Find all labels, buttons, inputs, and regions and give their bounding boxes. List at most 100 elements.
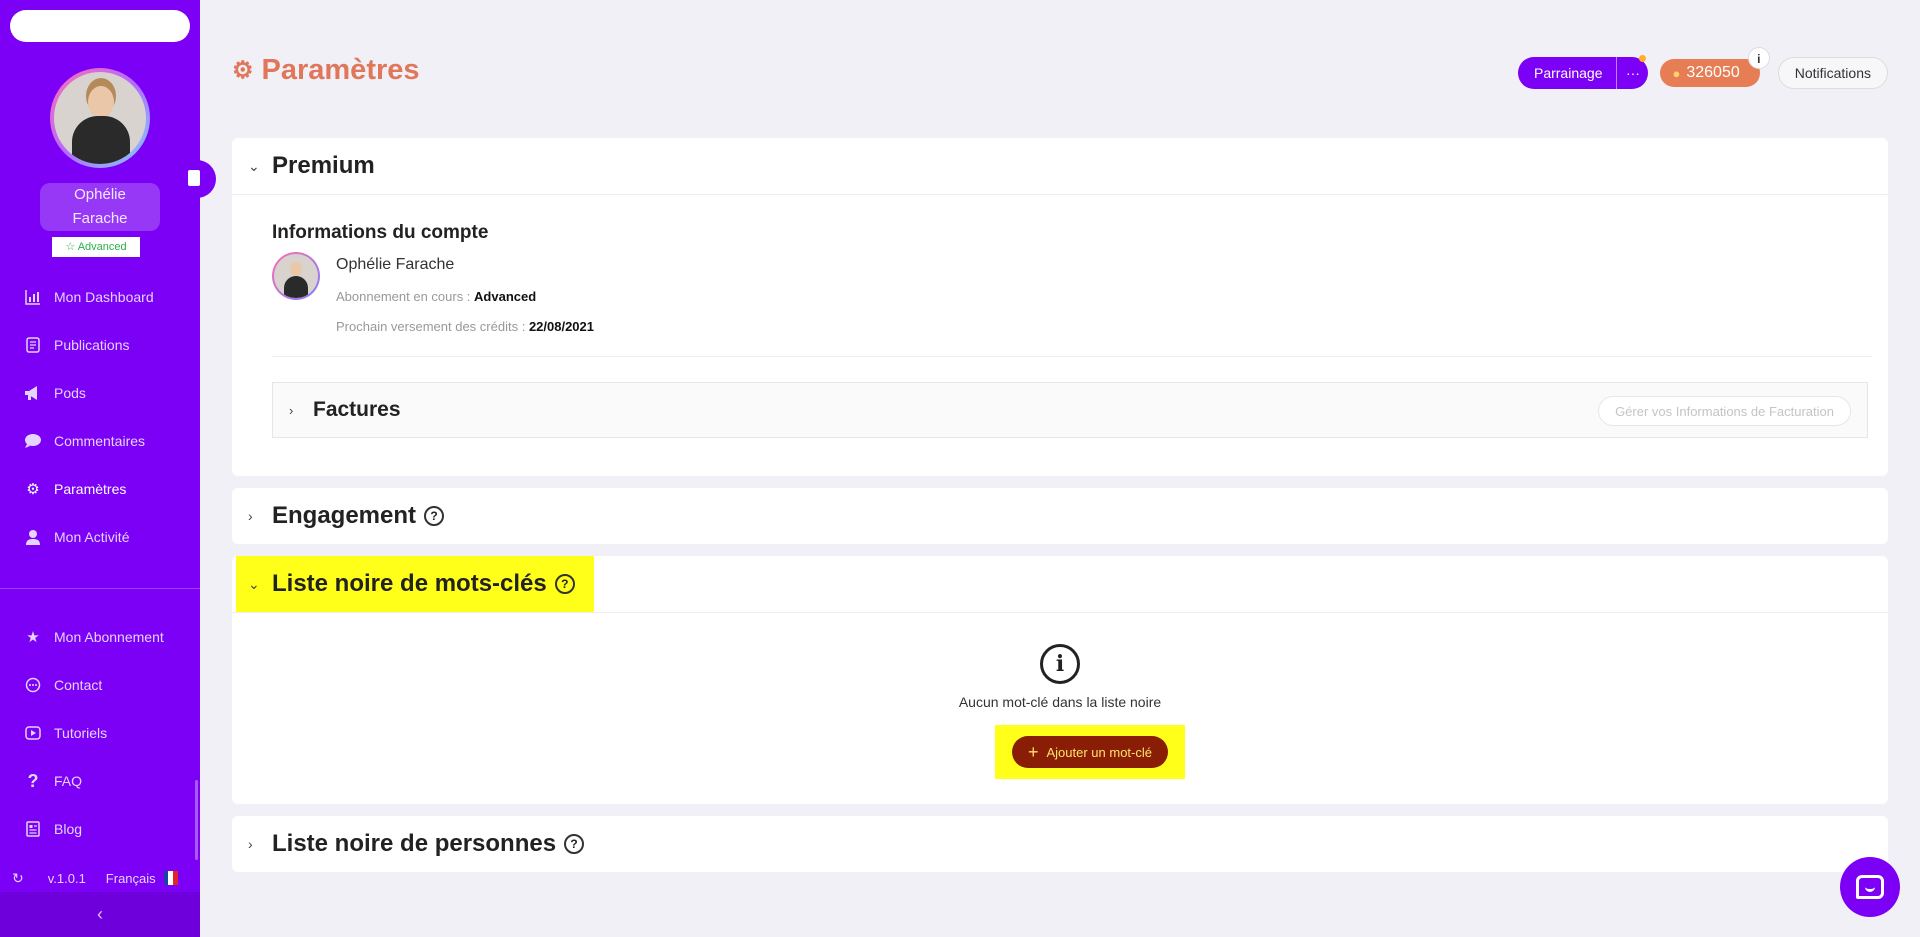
engagement-title: Engagement [272, 502, 417, 529]
add-keyword-button[interactable]: + Ajouter un mot-clé [1011, 736, 1168, 768]
sidebar-item-contact[interactable]: Contact [0, 670, 200, 700]
more-icon: ··· [1625, 65, 1640, 81]
next-credits-value: 22/08/2021 [528, 319, 595, 334]
credits-badge[interactable]: ● 326050 i [1660, 47, 1770, 87]
premium-section: ⌄ Premium Informations du compte Ophélie… [232, 138, 1888, 476]
question-icon: ? [27, 770, 39, 791]
sidebar-search-input[interactable] [10, 10, 190, 42]
sidebar-item-label: Tutoriels [54, 725, 108, 741]
user-last-name: Farache [72, 210, 128, 227]
notifications-button[interactable]: Notifications [1777, 57, 1888, 89]
sidebar-item-mon-abonnement[interactable]: ★ Mon Abonnement [0, 622, 200, 652]
sidebar-item-label: Publications [54, 337, 130, 353]
sidebar-item-pods[interactable]: Pods [0, 378, 200, 408]
account-name: Ophélie Farache [336, 256, 455, 273]
help-icon[interactable]: ? [564, 834, 585, 854]
sidebar-item-mon-activite[interactable]: Mon Activité [0, 522, 200, 552]
next-credits-line: Prochain versement des crédits : 22/08/2… [336, 319, 594, 334]
sidebar-item-label: Paramètres [54, 481, 127, 497]
keyword-blacklist-header[interactable]: ⌄ Liste noire de mots-clés ? [232, 556, 1888, 612]
sidebar-item-tutoriels[interactable]: Tutoriels [0, 718, 200, 748]
newspaper-icon [24, 820, 42, 838]
sidebar-item-label: Commentaires [54, 433, 146, 449]
sidebar-divider [0, 588, 200, 589]
credits-value: 326050 [1686, 64, 1740, 81]
chat-support-button[interactable] [1840, 857, 1900, 917]
french-flag-icon[interactable] [163, 871, 178, 885]
sidebar: Ophélie Farache ☆ Advanced Mon Dashboard… [0, 0, 200, 937]
language-selector[interactable]: Français [106, 871, 156, 886]
people-blacklist-section: › Liste noire de personnes ? [232, 816, 1888, 872]
megaphone-icon [24, 384, 42, 402]
avatar-body [72, 116, 130, 164]
play-icon [24, 724, 42, 742]
account-info-heading: Informations du compte [272, 222, 489, 243]
people-blacklist-header[interactable]: › Liste noire de personnes ? [232, 816, 1888, 872]
avatar[interactable] [50, 68, 150, 168]
help-icon[interactable]: ? [554, 574, 575, 594]
avatar-head [290, 262, 302, 276]
page-title: ⚙ Paramètres [232, 54, 420, 87]
empty-state: i Aucun mot-clé dans la liste noire [232, 644, 1888, 710]
sidebar-item-label: Mon Activité [54, 529, 130, 545]
sidebar-item-label: Blog [54, 821, 83, 837]
engagement-section: › Engagement ? [232, 488, 1888, 544]
premium-header[interactable]: ⌄ Premium [232, 138, 1888, 194]
keyword-blacklist-section: ⌄ Liste noire de mots-clés ? i Aucun mot… [232, 556, 1888, 804]
factures-section[interactable]: › Factures Gérer vos Informations de Fac… [272, 382, 1868, 438]
user-first-name: Ophélie [74, 186, 126, 203]
sidebar-collapse-button[interactable]: ‹ [0, 892, 200, 937]
document-icon [24, 336, 42, 354]
sidebar-item-faq[interactable]: ? FAQ [0, 766, 200, 796]
engagement-header[interactable]: › Engagement ? [232, 488, 1888, 544]
refresh-icon[interactable]: ↻ [12, 870, 24, 887]
divider [232, 194, 1888, 195]
version-label: v.1.0.1 [47, 870, 86, 886]
sidebar-item-dashboard[interactable]: Mon Dashboard [0, 282, 200, 312]
avatar-photo [54, 72, 146, 164]
chevron-down-icon: ⌄ [248, 575, 260, 592]
chat-icon [1856, 875, 1884, 899]
plus-icon: + [1027, 741, 1039, 762]
plan-badge-label: Advanced [77, 241, 127, 253]
gear-icon: ⚙ [232, 57, 254, 84]
avatar-head [88, 86, 114, 118]
factures-title: Factures [313, 398, 401, 421]
page-title-text: Paramètres [261, 54, 420, 86]
sidebar-item-label: Pods [54, 385, 86, 401]
sidebar-item-publications[interactable]: Publications [0, 330, 200, 360]
divider [232, 612, 1888, 613]
subscription-value: Advanced [474, 289, 537, 304]
people-blacklist-title: Liste noire de personnes [272, 830, 557, 857]
keyword-blacklist-title: Liste noire de mots-clés [272, 570, 547, 597]
chevron-right-icon: › [248, 836, 253, 852]
sidebar-item-parametres[interactable]: ⚙ Paramètres [0, 474, 200, 504]
user-icon [24, 528, 42, 546]
chevron-down-icon: ⌄ [248, 157, 260, 174]
chat-bubble-icon [24, 432, 42, 450]
sidebar-item-label: Mon Abonnement [54, 629, 164, 645]
add-keyword-highlight: + Ajouter un mot-clé [995, 725, 1185, 779]
chevron-left-icon: ‹ [97, 904, 103, 924]
gear-icon: ⚙ [26, 481, 40, 498]
parrainage-more-button[interactable]: ··· [1616, 55, 1648, 89]
account-info-title: Informations du compte [272, 222, 488, 244]
sidebar-item-label: FAQ [54, 773, 83, 789]
coin-icon: ● [1672, 65, 1681, 81]
chevron-right-icon: › [248, 508, 253, 524]
header-actions: Parrainage ··· ● 326050 i Notifications [1517, 47, 1888, 89]
credits-info-icon[interactable]: i [1747, 47, 1770, 69]
info-icon: i [1040, 644, 1080, 684]
parrainage-button[interactable]: Parrainage [1518, 65, 1617, 81]
sidebar-item-blog[interactable]: Blog [0, 814, 200, 844]
plan-badge: ☆ Advanced [52, 237, 140, 257]
help-icon[interactable]: ? [424, 506, 445, 526]
manage-billing-button[interactable]: Gérer vos Informations de Facturation [1598, 396, 1851, 426]
subscription-label: Abonnement en cours : [336, 289, 471, 304]
bar-chart-icon [24, 288, 42, 306]
sidebar-toggle-tab[interactable] [180, 160, 216, 198]
sidebar-scrollbar[interactable] [195, 780, 198, 860]
avatar-body [284, 276, 308, 298]
user-name[interactable]: Ophélie Farache [40, 183, 160, 231]
sidebar-item-commentaires[interactable]: Commentaires [0, 426, 200, 456]
